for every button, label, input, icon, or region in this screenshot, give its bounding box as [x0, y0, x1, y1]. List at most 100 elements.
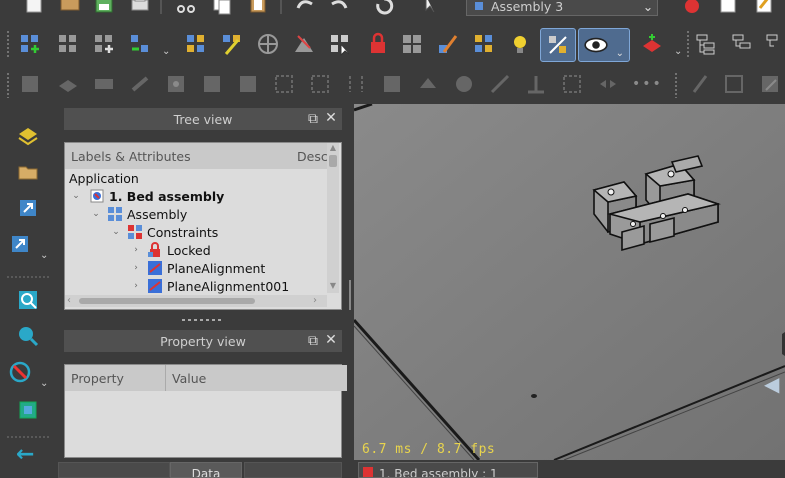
- expand-arrow-icon[interactable]: ›: [131, 281, 141, 291]
- fit-all-icon[interactable]: [16, 124, 40, 148]
- move-part-icon[interactable]: [292, 32, 316, 56]
- new-file-icon[interactable]: [22, 0, 46, 16]
- expand-arrow-icon[interactable]: ›: [131, 245, 141, 255]
- tree-item-document[interactable]: ⌄ 1. Bed assembly: [65, 187, 224, 205]
- tree-horizontal-scrollbar[interactable]: ‹ ›: [65, 295, 327, 307]
- redo-icon[interactable]: [328, 0, 352, 18]
- view-mode-button[interactable]: ⌄: [578, 28, 630, 62]
- open-file-icon[interactable]: [58, 0, 82, 16]
- create-assembly-icon[interactable]: [18, 32, 42, 56]
- collapse-arrow-icon[interactable]: ⌄: [91, 209, 101, 219]
- insert-link-icon[interactable]: [128, 32, 152, 56]
- scrollbar-thumb[interactable]: [329, 155, 337, 167]
- tree-expand-icon[interactable]: [730, 32, 754, 56]
- tree-item-locked[interactable]: › Locked: [65, 241, 211, 259]
- axis-cross-icon[interactable]: [256, 32, 280, 56]
- navigation-arrow-icon[interactable]: ◀: [764, 372, 779, 396]
- light-bulb-icon[interactable]: [508, 32, 532, 56]
- scroll-left-icon[interactable]: ‹: [67, 295, 77, 306]
- tree-item-plane-alignment[interactable]: › PlaneAlignment: [65, 259, 265, 277]
- scroll-up-icon[interactable]: ▲: [327, 143, 339, 153]
- chevron-down-icon[interactable]: ⌄: [40, 250, 48, 261]
- combo-tab-left[interactable]: [58, 462, 170, 478]
- cut-icon[interactable]: [174, 0, 198, 16]
- add-part-icon[interactable]: [92, 32, 116, 56]
- combo-tab-right[interactable]: [244, 462, 342, 478]
- import-part-icon[interactable]: [56, 32, 80, 56]
- constraint-axial-icon[interactable]: [308, 72, 332, 96]
- refresh-icon[interactable]: [372, 0, 396, 18]
- float-panel-icon[interactable]: ⧉: [306, 334, 320, 348]
- no-draw-icon[interactable]: [8, 360, 32, 384]
- tree-column-header-labels[interactable]: Labels & Attributes: [65, 143, 298, 169]
- record-macro-icon[interactable]: [680, 0, 704, 18]
- constraint-edit-icon[interactable]: [758, 72, 782, 96]
- collapse-arrow-icon[interactable]: ⌄: [111, 227, 121, 237]
- tree-structure-icon[interactable]: [694, 32, 718, 56]
- constraint-point-on-circle-icon[interactable]: [416, 72, 440, 96]
- export-as-icon[interactable]: [8, 232, 32, 256]
- parts-list-icon[interactable]: [400, 32, 424, 56]
- 3d-viewport[interactable]: 6.7 ms / 8.7 fps ◀: [354, 104, 785, 460]
- splitter-handle[interactable]: [349, 280, 351, 310]
- solver-icon[interactable]: [184, 32, 208, 56]
- constraint-plane-coincident-icon[interactable]: [272, 72, 296, 96]
- toggle-transparency-button[interactable]: [540, 28, 576, 62]
- constraint-lock-icon[interactable]: [18, 72, 42, 96]
- what-is-this-icon[interactable]: [420, 0, 444, 18]
- folder-icon[interactable]: [16, 160, 40, 184]
- lock-icon[interactable]: [366, 32, 390, 56]
- constraint-point-on-line-icon[interactable]: [344, 72, 368, 96]
- expand-arrow-icon[interactable]: ›: [131, 263, 141, 273]
- save-icon[interactable]: [92, 0, 116, 16]
- back-arrow-icon[interactable]: ←: [16, 442, 34, 467]
- add-to-list-icon[interactable]: [640, 32, 664, 56]
- export-icon[interactable]: [16, 196, 40, 220]
- close-icon[interactable]: ✕: [324, 333, 338, 347]
- constraint-attach-icon[interactable]: [128, 72, 152, 96]
- constraint-block-icon[interactable]: [92, 72, 116, 96]
- constraint-point-in-plane-icon[interactable]: [380, 72, 404, 96]
- tree-item-plane-alignment-001[interactable]: › PlaneAlignment001: [65, 277, 289, 295]
- scroll-down-icon[interactable]: ▼: [327, 281, 339, 291]
- combo-tab-data[interactable]: Data: [170, 462, 242, 478]
- constraint-angle-icon[interactable]: [488, 72, 512, 96]
- view-cube-icon[interactable]: [16, 398, 40, 422]
- macro-file-icon[interactable]: [716, 0, 740, 16]
- edit-constraint-icon[interactable]: [436, 32, 460, 56]
- zoom-icon[interactable]: [16, 324, 40, 348]
- constraint-same-orientation-icon[interactable]: [200, 72, 224, 96]
- more-icon[interactable]: •••: [632, 76, 663, 92]
- paste-icon[interactable]: [246, 0, 270, 16]
- constraint-parallel-icon[interactable]: [688, 72, 712, 96]
- constraint-multiple-icon[interactable]: [236, 72, 260, 96]
- edit-macro-icon[interactable]: [752, 0, 776, 16]
- constraint-perpendicular-icon[interactable]: [524, 72, 548, 96]
- tree-vertical-scrollbar[interactable]: ▲ ▼: [327, 143, 339, 293]
- constraint-sketch-icon[interactable]: [722, 72, 746, 96]
- document-tab[interactable]: 1. Bed assembly : 1: [358, 462, 538, 478]
- solve-move-icon[interactable]: [220, 32, 244, 56]
- constraint-distance-icon[interactable]: [560, 72, 584, 96]
- scroll-right-icon[interactable]: ›: [313, 295, 323, 306]
- property-column-header-value[interactable]: Value: [166, 365, 347, 391]
- toggle-constraint-icon[interactable]: [472, 32, 496, 56]
- chevron-down-icon[interactable]: ⌄: [40, 378, 48, 389]
- chevron-down-icon[interactable]: ⌄: [674, 46, 682, 57]
- chevron-down-icon[interactable]: ⌄: [162, 46, 170, 57]
- select-icon[interactable]: [328, 32, 352, 56]
- undo-icon[interactable]: [292, 0, 316, 18]
- document-select[interactable]: Assembly 3 ⌄: [466, 0, 658, 16]
- collapse-arrow-icon[interactable]: ⌄: [71, 191, 81, 201]
- close-icon[interactable]: ✕: [324, 111, 338, 125]
- zoom-fit-icon[interactable]: [16, 288, 40, 312]
- scrollbar-thumb[interactable]: [79, 298, 255, 304]
- tree-item-assembly[interactable]: ⌄ Assembly: [65, 205, 187, 223]
- tree-collapse-icon[interactable]: [764, 32, 785, 56]
- constraint-coincident-icon[interactable]: [164, 72, 188, 96]
- tree-item-constraints[interactable]: ⌄ Constraints: [65, 223, 218, 241]
- panel-splitter-handle[interactable]: [182, 319, 222, 321]
- constraint-circle-icon[interactable]: [452, 72, 476, 96]
- constraint-plane-icon[interactable]: [56, 72, 80, 96]
- copy-icon[interactable]: [210, 0, 234, 16]
